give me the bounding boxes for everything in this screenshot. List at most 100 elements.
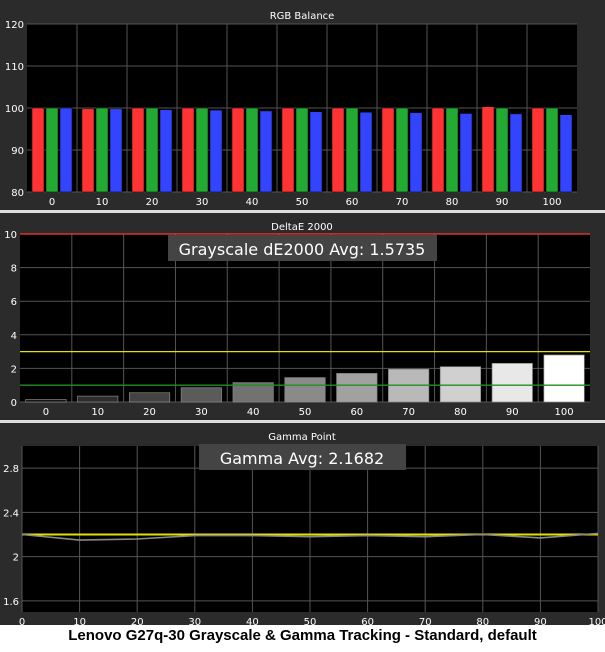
bar-blue: [59, 107, 73, 193]
deltae-bar: [77, 395, 119, 403]
y-tick-label: 120: [5, 20, 24, 31]
deltae-panel: DeltaE 2000 02468100 10 20 30 40 50 60 70 80 90 10…: [4, 222, 590, 418]
y-tick-label: 2: [13, 553, 19, 564]
bar-blue: [309, 111, 323, 193]
bar-green: [95, 107, 109, 193]
bar-red: [481, 106, 495, 193]
y-tick-label: 110: [5, 62, 24, 73]
chart-figure: RGB Balance 80901001101200 10 20 30 40 50 60 70…: [0, 0, 605, 625]
x-tick-label: 40: [246, 617, 259, 625]
bar-blue: [459, 113, 473, 193]
x-tick-label: 0: [49, 197, 55, 208]
bar-red: [331, 107, 345, 193]
bar-red: [281, 107, 295, 193]
x-tick-label: 100: [555, 407, 574, 418]
bar-blue: [559, 114, 573, 193]
bar-blue: [159, 109, 173, 193]
bar-green: [195, 107, 209, 193]
x-tick-label: 90: [506, 407, 519, 418]
y-tick-label: 0: [11, 398, 17, 409]
bar-green: [45, 107, 59, 193]
bar-red: [531, 107, 545, 193]
rgb-balance-panel: RGB Balance 80 90 100 110 120 0 10 20 30 40 50 60 70…: [5, 11, 577, 208]
bar-red: [131, 107, 145, 193]
y-tick-label: 2: [11, 364, 17, 375]
y-tick-label: 90: [11, 146, 24, 157]
deltae-title: DeltaE 2000: [271, 222, 333, 233]
bar-green: [145, 107, 159, 193]
deltae-bar: [25, 399, 67, 403]
x-tick-label: 10: [96, 197, 109, 208]
y-tick-label: 8: [11, 264, 17, 275]
bar-red: [81, 108, 95, 193]
x-tick-label: 70: [396, 197, 409, 208]
bar-red: [381, 107, 395, 193]
panel-separator: [0, 210, 605, 213]
bar-red: [231, 107, 245, 193]
deltae-bar: [336, 373, 378, 403]
bar-green: [445, 107, 459, 193]
y-tick-label: 4: [11, 331, 17, 342]
bar-blue: [359, 111, 373, 193]
x-tick-label: 30: [196, 197, 209, 208]
y-tick-label: 2.8: [3, 464, 19, 475]
x-tick-label: 20: [143, 407, 156, 418]
x-tick-label: 60: [350, 407, 363, 418]
bar-green: [295, 107, 309, 193]
bar-red: [431, 107, 445, 193]
deltae-bar: [128, 392, 171, 403]
x-tick-label: 90: [534, 617, 547, 625]
x-tick-label: 30: [188, 617, 201, 625]
bar-blue: [109, 108, 123, 193]
x-tick-label: 80: [476, 617, 489, 625]
bar-blue: [209, 109, 223, 193]
y-tick-label: 6: [11, 297, 17, 308]
x-tick-label: 60: [361, 617, 374, 625]
y-tick-label: 80: [11, 188, 24, 199]
y-tick-label: 10: [4, 230, 17, 241]
x-tick-label: 10: [73, 617, 86, 625]
x-tick-label: 40: [246, 197, 259, 208]
x-tick-label: 80: [454, 407, 467, 418]
y-tick-label: 1.6: [3, 597, 19, 608]
bar-green: [495, 107, 509, 193]
rgb-balance-title: RGB Balance: [270, 11, 335, 22]
x-tick-label: 90: [496, 197, 509, 208]
x-tick-label: 80: [446, 197, 459, 208]
deltae-average-label: Grayscale dE2000 Avg: 1.5735: [179, 240, 426, 259]
gamma-average-label: Gamma Avg: 2.1682: [220, 449, 384, 468]
bar-green: [545, 107, 559, 193]
bar-green: [395, 107, 409, 193]
bar-blue: [409, 112, 423, 193]
x-tick-label: 20: [146, 197, 159, 208]
x-tick-label: 100: [542, 197, 561, 208]
gamma-panel: Gamma Point 1.6 2 2.4 2.8 0 10 20 30 40 50 60 70 80 9…: [3, 432, 605, 625]
deltae-bar: [491, 363, 533, 403]
bar-red: [181, 107, 195, 193]
deltae-bar: [284, 377, 326, 403]
deltae-bar: [180, 387, 222, 403]
bar-green: [245, 107, 259, 193]
x-tick-label: 0: [19, 617, 25, 625]
x-tick-label: 20: [131, 617, 144, 625]
bar-green: [345, 107, 359, 193]
x-tick-label: 50: [296, 197, 309, 208]
deltae-bar: [543, 354, 585, 403]
x-tick-label: 40: [247, 407, 260, 418]
x-tick-label: 0: [43, 407, 49, 418]
figure-caption: Lenovo G27q-30 Grayscale & Gamma Trackin…: [68, 627, 537, 644]
deltae-bar: [439, 366, 482, 403]
bar-red: [31, 107, 45, 193]
x-tick-label: 10: [91, 407, 104, 418]
x-tick-label: 100: [588, 617, 605, 625]
x-tick-label: 60: [346, 197, 359, 208]
x-tick-label: 50: [304, 617, 317, 625]
y-tick-label: 100: [5, 104, 24, 115]
x-tick-label: 50: [299, 407, 312, 418]
bar-blue: [509, 113, 523, 193]
bar-blue: [259, 110, 273, 193]
gamma-title: Gamma Point: [268, 432, 336, 443]
x-tick-label: 70: [402, 407, 415, 418]
x-tick-label: 30: [195, 407, 208, 418]
x-tick-label: 70: [419, 617, 432, 625]
